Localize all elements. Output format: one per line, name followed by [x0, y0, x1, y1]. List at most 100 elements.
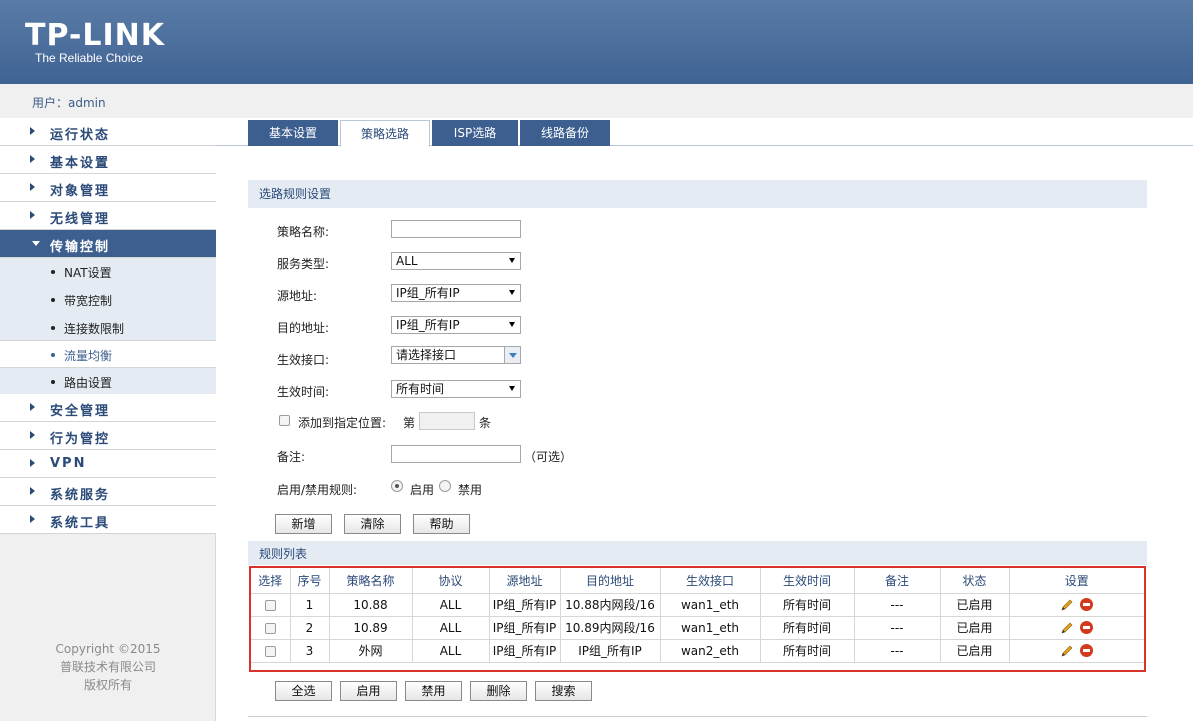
dropdown-arrow-icon	[509, 258, 515, 263]
cell-remark: ---	[854, 639, 941, 663]
dest-label: 目的地址:	[277, 321, 330, 335]
col-protocol: 协议	[412, 568, 490, 594]
cell-remark: ---	[854, 616, 941, 640]
sidebar-subitem-bandwidth[interactable]: 带宽控制	[0, 286, 216, 314]
cell-source: IP组_所有IP	[489, 593, 561, 617]
sidebar-item-behavior[interactable]: 行为管控	[0, 422, 216, 450]
bullet-icon	[51, 270, 55, 274]
tab-policy-routing[interactable]: 策略选路	[340, 120, 430, 147]
cell-name: 10.88	[329, 593, 413, 617]
remark-label: 备注:	[277, 450, 306, 464]
row-checkbox[interactable]	[264, 599, 276, 611]
top-header: TP-LINK The Reliable Choice	[0, 0, 1193, 84]
sidebar-item-tools[interactable]: 系统工具	[0, 506, 216, 534]
delete-icon[interactable]	[1080, 644, 1094, 658]
sidebar-item-status[interactable]: 运行状态	[0, 118, 216, 146]
edit-pencil-icon[interactable]	[1060, 644, 1074, 658]
cell-status: 已启用	[940, 593, 1010, 617]
dropdown-button-icon[interactable]	[504, 347, 520, 363]
cell-protocol: ALL	[412, 616, 490, 640]
cell-protocol: ALL	[412, 593, 490, 617]
chevron-right-icon	[30, 487, 35, 495]
position-input[interactable]	[419, 412, 475, 430]
edit-pencil-icon[interactable]	[1060, 621, 1074, 635]
col-time: 生效时间	[760, 568, 855, 594]
rules-table: 选择 序号 策略名称 协议 源地址 目的地址 生效接口 生效时间 备注 状态 设…	[251, 568, 1144, 663]
row-checkbox[interactable]	[264, 622, 276, 634]
sidebar-item-objects[interactable]: 对象管理	[0, 174, 216, 202]
cell-dest: 10.88内网段/16	[560, 593, 661, 617]
service-type-select[interactable]: ALL	[391, 252, 521, 270]
enable-button[interactable]: 启用	[340, 681, 397, 701]
cell-source: IP组_所有IP	[489, 639, 561, 663]
delete-button[interactable]: 删除	[470, 681, 527, 701]
chevron-right-icon	[30, 155, 35, 163]
disable-button[interactable]: 禁用	[405, 681, 462, 701]
select-all-button[interactable]: 全选	[275, 681, 332, 701]
sidebar-item-vpn[interactable]: VPN	[0, 450, 216, 478]
help-button[interactable]: 帮助	[413, 514, 470, 534]
col-index: 序号	[290, 568, 330, 594]
copyright: Copyright ©2015 普联技术有限公司 版权所有	[55, 642, 161, 692]
position-checkbox[interactable]	[279, 415, 290, 426]
search-button[interactable]: 搜索	[535, 681, 592, 701]
chevron-right-icon	[30, 459, 35, 467]
disable-radio-label: 禁用	[458, 483, 483, 497]
chevron-right-icon	[30, 211, 35, 219]
iface-select[interactable]: 请选择接口	[391, 346, 521, 364]
divider	[248, 716, 1147, 717]
bullet-icon	[51, 353, 55, 357]
table-row: 2 10.89 ALL IP组_所有IP 10.89内网段/16 wan1_et…	[251, 616, 1144, 640]
position-label: 添加到指定位置:	[298, 416, 387, 430]
col-iface: 生效接口	[660, 568, 761, 594]
tab-basic-settings[interactable]: 基本设置	[248, 120, 338, 146]
chevron-right-icon	[30, 403, 35, 411]
row-checkbox[interactable]	[264, 645, 276, 657]
sidebar-item-security[interactable]: 安全管理	[0, 394, 216, 422]
edit-pencil-icon[interactable]	[1060, 598, 1074, 612]
rule-table: 选择 序号 策略名称 协议 源地址 目的地址 生效接口 生效时间 备注 状态 设…	[249, 566, 1146, 672]
bullet-icon	[51, 326, 55, 330]
col-name: 策略名称	[329, 568, 413, 594]
col-remark: 备注	[854, 568, 941, 594]
dest-select[interactable]: IP组_所有IP	[391, 316, 521, 334]
chevron-right-icon	[30, 183, 35, 191]
sidebar: 运行状态 基本设置 对象管理 无线管理 传输控制 NAT设置 带宽控制 连接数限…	[0, 118, 216, 721]
source-select[interactable]: IP组_所有IP	[391, 284, 521, 302]
sidebar-item-transport[interactable]: 传输控制	[0, 230, 216, 258]
policy-name-label: 策略名称:	[277, 225, 330, 239]
cell-dest: 10.89内网段/16	[560, 616, 661, 640]
sidebar-item-wireless[interactable]: 无线管理	[0, 202, 216, 230]
source-label: 源地址:	[277, 289, 318, 303]
sidebar-subitem-connlimit[interactable]: 连接数限制	[0, 314, 216, 342]
cell-status: 已启用	[940, 616, 1010, 640]
dropdown-arrow-icon	[509, 386, 515, 391]
sidebar-subitem-routing[interactable]: 路由设置	[0, 368, 216, 396]
sidebar-subitem-nat[interactable]: NAT设置	[0, 258, 216, 286]
tab-line-backup[interactable]: 线路备份	[520, 120, 610, 146]
cell-time: 所有时间	[760, 616, 855, 640]
policy-name-input[interactable]	[391, 220, 521, 238]
bullet-icon	[51, 380, 55, 384]
disable-radio[interactable]	[439, 480, 451, 492]
sidebar-item-basic[interactable]: 基本设置	[0, 146, 216, 174]
section-title-rule-list: 规则列表	[248, 541, 1147, 565]
chevron-right-icon	[30, 431, 35, 439]
col-dest: 目的地址	[560, 568, 661, 594]
delete-icon[interactable]	[1080, 621, 1094, 635]
remark-input[interactable]	[391, 445, 521, 463]
delete-icon[interactable]	[1080, 598, 1094, 612]
sidebar-subitem-loadbalance[interactable]: 流量均衡	[0, 340, 216, 368]
add-button[interactable]: 新增	[275, 514, 332, 534]
cell-index: 2	[290, 616, 330, 640]
clear-button[interactable]: 清除	[344, 514, 401, 534]
user-label: 用户：admin	[32, 96, 106, 110]
col-status: 状态	[940, 568, 1010, 594]
sidebar-item-services[interactable]: 系统服务	[0, 478, 216, 506]
col-source: 源地址	[489, 568, 561, 594]
time-select[interactable]: 所有时间	[391, 380, 521, 398]
enable-radio[interactable]	[391, 480, 403, 492]
iface-label: 生效接口:	[277, 353, 330, 367]
cell-source: IP组_所有IP	[489, 616, 561, 640]
tab-isp-routing[interactable]: ISP选路	[432, 120, 518, 146]
